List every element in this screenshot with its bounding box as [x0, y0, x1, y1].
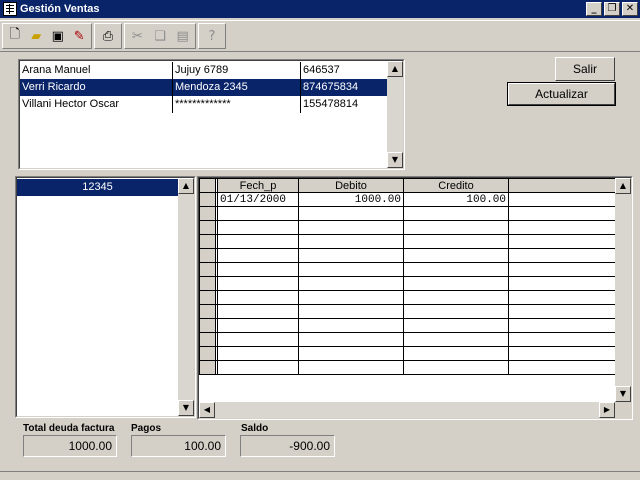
scroll-up-icon[interactable]: ▲ — [615, 178, 631, 194]
client-phone: 874675834 — [301, 79, 387, 96]
payments-label: Pagos — [131, 423, 162, 434]
payments-row[interactable] — [199, 290, 619, 305]
column-header-extra[interactable] — [508, 178, 619, 193]
clients-list[interactable]: Arana Manuel Jujuy 6789 646537 Verri Ric… — [18, 59, 405, 170]
payments-row[interactable] — [199, 346, 619, 361]
payments-grid[interactable]: Fech_p Debito Credito 01/13/2000 1000.00… — [197, 176, 633, 420]
scroll-down-icon[interactable]: ▼ — [387, 152, 403, 168]
payments-row[interactable] — [199, 332, 619, 347]
balance-field: -900.00 — [240, 435, 335, 457]
payments-field: 100.00 — [131, 435, 226, 457]
payments-row[interactable] — [199, 262, 619, 277]
payments-row[interactable] — [199, 360, 619, 375]
total-debt-label: Total deuda factura — [23, 423, 115, 434]
help-icon[interactable]: ? — [200, 25, 224, 47]
toolbar-group-clipboard: ✂ ❏ ▤ — [124, 23, 196, 49]
client-name: Villani Hector Oscar — [20, 96, 173, 113]
toolbar-group-file: 🗋 ▰ ▣ ✎ — [2, 23, 92, 49]
paste-icon[interactable]: ▤ — [171, 25, 194, 47]
scroll-up-icon[interactable]: ▲ — [387, 61, 403, 77]
column-header-credito[interactable]: Credito — [403, 178, 509, 193]
client-row[interactable]: Villani Hector Oscar ************* 15547… — [20, 96, 387, 113]
toolbar-group-help: ? — [198, 23, 226, 49]
payments-table: Fech_p Debito Credito 01/13/2000 1000.00… — [199, 178, 619, 375]
payment-extra[interactable] — [508, 192, 619, 207]
payments-row[interactable] — [199, 220, 619, 235]
scroll-down-icon[interactable]: ▼ — [178, 400, 194, 416]
copy-icon[interactable]: ❏ — [149, 25, 172, 47]
exit-button[interactable]: Salir — [555, 57, 615, 81]
payments-row[interactable] — [199, 234, 619, 249]
payment-credit[interactable]: 100.00 — [403, 192, 509, 207]
payments-row[interactable]: 01/13/2000 1000.00 100.00 — [199, 192, 619, 207]
scroll-down-icon[interactable]: ▼ — [615, 386, 631, 402]
close-button[interactable]: ✕ — [622, 2, 638, 16]
window-controls: _ ❐ ✕ — [584, 2, 638, 16]
payments-header-row: Fech_p Debito Credito — [199, 178, 619, 193]
new-icon[interactable]: 🗋 — [4, 25, 26, 47]
scroll-left-icon[interactable]: ◀ — [199, 402, 215, 418]
payments-row[interactable] — [199, 248, 619, 263]
total-debt-field: 1000.00 — [23, 435, 117, 457]
payments-row[interactable] — [199, 304, 619, 319]
toolbar-group-print: ⎙ — [94, 23, 122, 49]
client-address: Jujuy 6789 — [173, 62, 301, 79]
app-icon[interactable] — [3, 2, 17, 16]
row-header[interactable] — [199, 192, 216, 207]
payments-row[interactable] — [199, 276, 619, 291]
print-icon[interactable]: ⎙ — [96, 25, 120, 47]
toolbar: 🗋 ▰ ▣ ✎ ⎙ ✂ ❏ ▤ ? — [0, 20, 640, 52]
invoices-list[interactable]: 12345 ▲ ▼ — [15, 176, 196, 418]
title-bar[interactable]: Gestión Ventas _ ❐ ✕ — [0, 0, 640, 18]
column-header-debito[interactable]: Debito — [298, 178, 404, 193]
client-address: Mendoza 2345 — [173, 79, 301, 96]
client-address: ************* — [173, 96, 301, 113]
refresh-button[interactable]: Actualizar — [507, 82, 616, 106]
balance-label: Saldo — [241, 423, 269, 434]
scroll-up-icon[interactable]: ▲ — [178, 178, 194, 194]
payments-vscrollbar[interactable]: ▲ ▼ — [615, 178, 631, 402]
client-row[interactable]: Arana Manuel Jujuy 6789 646537 — [20, 62, 387, 79]
open-icon[interactable]: ▰ — [26, 25, 48, 47]
save-icon[interactable]: ▣ — [47, 25, 69, 47]
edit-icon[interactable]: ✎ — [69, 25, 91, 47]
invoice-number: 12345 — [17, 179, 178, 196]
client-phone: 155478814 — [303, 98, 359, 110]
payments-hscrollbar[interactable]: ◀ ▶ — [199, 402, 615, 418]
client-name: Verri Ricardo — [20, 79, 173, 96]
invoices-scrollbar[interactable]: ▲ ▼ — [178, 178, 194, 416]
payment-debit[interactable]: 1000.00 — [298, 192, 404, 207]
minimize-button[interactable]: _ — [586, 2, 602, 16]
payment-date[interactable]: 01/13/2000 — [217, 192, 299, 207]
payments-row[interactable] — [199, 206, 619, 221]
window-title: Gestión Ventas — [20, 3, 100, 15]
scroll-corner — [615, 402, 631, 418]
clients-scrollbar[interactable]: ▲ ▼ — [387, 61, 403, 168]
scroll-right-icon[interactable]: ▶ — [599, 402, 615, 418]
client-row-selected[interactable]: Verri Ricardo Mendoza 2345 874675834 — [20, 79, 387, 96]
row-header — [199, 178, 216, 193]
restore-button[interactable]: ❐ — [604, 2, 620, 16]
client-name: Arana Manuel — [20, 62, 173, 79]
payments-row[interactable] — [199, 318, 619, 333]
bottom-divider — [0, 471, 640, 472]
client-phone: 646537 — [303, 64, 340, 76]
cut-icon[interactable]: ✂ — [126, 25, 149, 47]
column-header-fech-p[interactable]: Fech_p — [217, 178, 299, 193]
invoice-row-selected[interactable]: 12345 — [17, 179, 178, 196]
